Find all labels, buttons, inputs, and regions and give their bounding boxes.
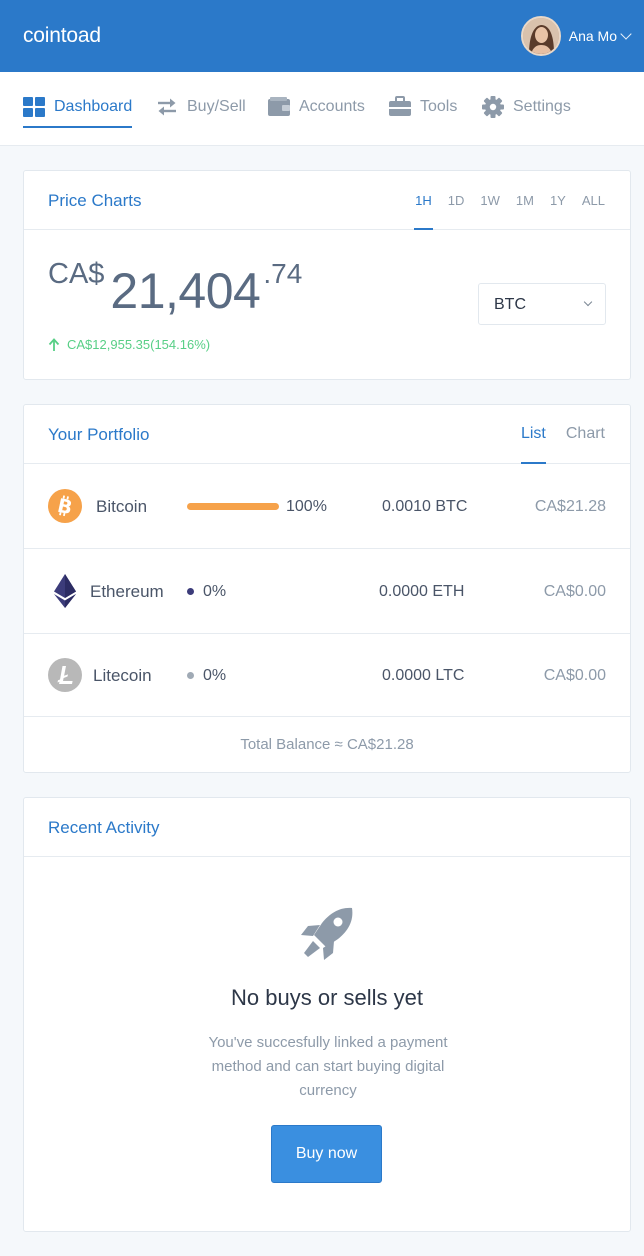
empty-state-text: You've succesfully linked a payment meth… — [208, 1034, 448, 1099]
avatar — [520, 16, 561, 56]
nav-label: Tools — [420, 98, 458, 115]
coin-amount: 0.0010 BTC — [382, 498, 468, 515]
bitcoin-icon: B — [48, 489, 82, 523]
ethereum-icon — [54, 574, 76, 608]
buy-now-button[interactable]: Buy now — [271, 1125, 382, 1183]
arrow-up-icon — [48, 337, 60, 351]
tab-list[interactable]: List — [520, 425, 546, 464]
nav-label: Dashboard — [54, 98, 133, 115]
nav-tools[interactable]: Tools — [389, 96, 457, 128]
allocation-dot — [187, 588, 194, 595]
range-tab-1d[interactable]: 1D — [448, 193, 465, 230]
nav-label: Buy/Sell — [187, 98, 246, 115]
gear-icon — [482, 96, 504, 118]
price-change: CA$12,955.35(154.16%) — [48, 337, 210, 352]
chevron-down-icon — [583, 297, 593, 307]
brand-logo[interactable]: cointoad — [23, 24, 101, 48]
user-menu[interactable]: Ana Mo — [520, 16, 632, 56]
portfolio-tabs: List Chart — [501, 425, 605, 464]
allocation-percent: 0% — [203, 583, 227, 600]
coin-amount: 0.0000 LTC — [382, 667, 465, 684]
swap-arrows-icon — [158, 98, 176, 116]
card-header: Recent Activity — [24, 798, 630, 857]
price-integer: 21,404 — [110, 263, 261, 319]
current-price: CA$ 21,404 .74 — [48, 258, 302, 316]
card-title: Your Portfolio — [48, 425, 150, 444]
rocket-icon — [301, 907, 353, 960]
coin-select[interactable]: BTC — [478, 283, 606, 325]
coin-name: Bitcoin — [96, 497, 148, 516]
nav-settings[interactable]: Settings — [482, 96, 571, 128]
price-change-text: CA$12,955.35(154.16%) — [67, 337, 211, 352]
chevron-down-icon — [620, 27, 632, 40]
card-title: Recent Activity — [48, 818, 160, 837]
nav-dashboard[interactable]: Dashboard — [23, 96, 133, 128]
coin-value: CA$0.00 — [543, 583, 606, 600]
allocation-bar — [187, 503, 279, 510]
recent-activity-card: Recent Activity No buys or sells yet You… — [23, 797, 631, 1232]
price-currency: CA$ — [48, 258, 105, 290]
allocation-percent: 100% — [286, 498, 327, 515]
allocation-dot — [187, 672, 194, 679]
range-tab-1h[interactable]: 1H — [414, 193, 433, 230]
top-bar: cointoad Ana Mo — [0, 0, 644, 72]
total-balance: Total Balance ≈ CA$21.28 — [240, 736, 414, 753]
coin-amount: 0.0000 ETH — [379, 583, 465, 600]
portfolio-row-litecoin[interactable]: Litecoin 0% 0.0000 LTC CA$0.00 — [24, 634, 630, 717]
nav-buy-sell[interactable]: Buy/Sell — [156, 96, 246, 128]
portfolio-row-ethereum[interactable]: Ethereum 0% 0.0000 ETH CA$0.00 — [24, 549, 630, 634]
card-header: Your Portfolio List Chart — [24, 405, 630, 464]
card-header: Price Charts 1H 1D 1W 1M 1Y ALL — [24, 171, 630, 230]
coin-name: Litecoin — [93, 666, 152, 685]
range-tab-1w[interactable]: 1W — [480, 193, 500, 230]
price-charts-card: Price Charts 1H 1D 1W 1M 1Y ALL CA$ 21,4… — [23, 170, 631, 380]
allocation-percent: 0% — [203, 667, 227, 684]
portfolio-row-bitcoin[interactable]: B Bitcoin 100% 0.0010 BTC CA$21.28 — [24, 464, 630, 549]
user-name: Ana Mo — [568, 28, 617, 44]
litecoin-icon — [48, 658, 82, 692]
range-tab-1y[interactable]: 1Y — [550, 193, 566, 230]
nav-accounts[interactable]: Accounts — [268, 96, 365, 128]
card-title: Price Charts — [48, 191, 142, 210]
range-tab-all[interactable]: ALL — [582, 193, 605, 230]
coin-value: CA$0.00 — [543, 667, 606, 684]
nav-label: Accounts — [299, 98, 365, 115]
range-tab-1m[interactable]: 1M — [516, 193, 534, 230]
wallet-icon — [268, 97, 290, 116]
tab-chart[interactable]: Chart — [566, 425, 605, 464]
coin-name: Ethereum — [90, 582, 164, 601]
portfolio-card: Your Portfolio List Chart B Bitcoin 100%… — [23, 404, 631, 773]
dashboard-grid-icon — [23, 97, 45, 117]
coin-value: CA$21.28 — [534, 498, 606, 515]
briefcase-icon — [389, 96, 411, 116]
empty-state: No buys or sells yet You've succesfully … — [24, 857, 630, 1232]
coin-select-value: BTC — [494, 296, 526, 313]
price-decimal: .74 — [263, 258, 303, 289]
main-nav: Dashboard Buy/Sell Accounts Tools Settin… — [0, 72, 644, 146]
range-tabs: 1H 1D 1W 1M 1Y ALL — [399, 193, 605, 230]
nav-label: Settings — [513, 98, 571, 115]
empty-state-title: No buys or sells yet — [231, 985, 423, 1010]
